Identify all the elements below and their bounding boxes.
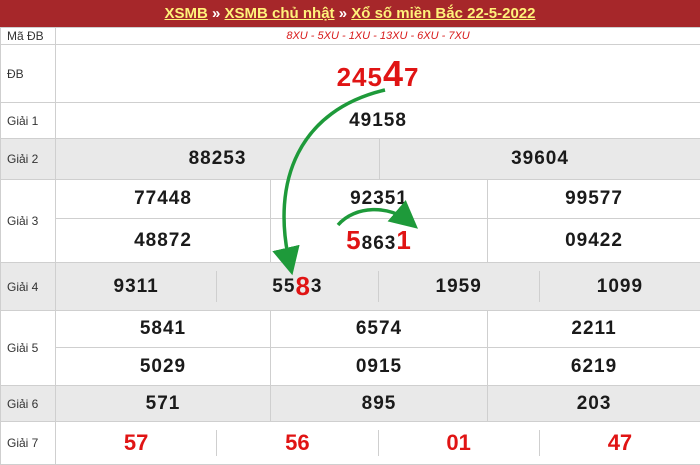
highlight-digit: 8 [295,271,311,301]
highlight-digit-first: 5 [346,225,362,255]
digits-suffix: 3 [310,275,323,297]
highlight-digit-last: 1 [396,225,412,255]
row-giai-3-b: 48872 58631 09422 [1,218,700,263]
giai-7-number: 57 [56,430,218,456]
giai-5-number: 6219 [486,347,700,386]
special-prize-number: 24547 [54,44,700,103]
label-giai-7: Giải 7 [0,421,56,465]
label-giai-2: Giải 2 [0,138,56,180]
lottery-result-table: Mã ĐB 8XU - 5XU - 1XU - 13XU - 6XU - 7XU… [0,27,700,465]
special-digits-prefix: 245 [336,61,383,92]
label-giai-3: Giải 3 [0,179,56,263]
giai-6-number: 571 [55,385,271,422]
label-db: ĐB [0,44,56,103]
breadcrumb-separator: » [212,5,221,22]
digits-middle: 863 [361,233,397,254]
special-codes: 8XU - 5XU - 1XU - 13XU - 6XU - 7XU [54,27,700,45]
row-giai-1: Giải 1 49158 [0,102,700,139]
label-giai-5: Giải 5 [0,310,56,386]
digits-prefix: 55 [272,275,296,297]
label-ma-db: Mã ĐB [0,27,56,45]
breadcrumb-link-xsmb-sunday[interactable]: XSMB chủ nhật [225,5,335,22]
row-giai-5-a: Giải 5 5841 6574 2211 [0,310,700,386]
label-giai-4: Giải 4 [0,262,56,311]
giai-7-number: 56 [217,430,379,456]
row-giai-6: Giải 6 571 895 203 [0,385,700,422]
giai-4-number-highlighted: 55 8 3 [217,271,379,302]
row-special-codes: Mã ĐB 8XU - 5XU - 1XU - 13XU - 6XU - 7XU [0,27,700,45]
label-giai-1: Giải 1 [0,102,56,139]
giai-5-number: 0915 [270,347,488,386]
giai-2-number: 88253 [55,138,380,180]
giai-4-cell-group: 9311 55 8 3 1959 1099 [56,271,700,302]
giai-3-number: 48872 [55,218,271,263]
breadcrumb-link-result-date[interactable]: Xổ số miền Bắc 22-5-2022 [351,5,535,22]
row-giai-2: Giải 2 88253 39604 [0,138,700,180]
row-giai-4: Giải 4 9311 55 8 3 1959 1099 [0,262,700,311]
giai-3-number: 92351 [270,179,488,219]
giai-6-number: 203 [486,385,700,422]
giai-7-cells: 57 56 01 47 [54,421,700,465]
special-digit-highlight: 4 [382,52,405,94]
special-digits-suffix: 7 [404,61,420,92]
giai-7-number: 47 [607,430,633,455]
giai-3-number-highlighted: 58631 [270,218,488,263]
giai-5-number: 5841 [55,310,271,348]
giai-7-cell-group: 57 56 01 47 [56,430,700,456]
giai-4-number: 1099 [596,275,644,297]
row-giai-5-b: 5029 0915 6219 [1,347,700,386]
row-special-prize: ĐB 24547 [0,44,700,103]
giai-6-number: 895 [270,385,488,422]
breadcrumb: XSMB » XSMB chủ nhật » Xổ số miền Bắc 22… [0,0,700,27]
label-giai-6: Giải 6 [0,385,56,422]
giai-4-number: 1959 [379,271,540,302]
giai-5-number: 6574 [270,310,488,348]
giai-3-number: 09422 [486,218,700,263]
breadcrumb-link-xsmb[interactable]: XSMB [165,5,208,22]
giai-1-number: 49158 [54,102,700,139]
giai-5-number: 2211 [486,310,700,348]
giai-3-number: 99577 [486,179,700,219]
giai-5-number: 5029 [55,347,271,386]
giai-4-number: 9311 [56,271,218,302]
breadcrumb-separator: » [338,5,348,22]
giai-4-cells: 9311 55 8 3 1959 1099 [54,262,700,311]
row-giai-3-a: Giải 3 77448 92351 99577 [0,179,700,263]
row-giai-7: Giải 7 57 56 01 47 [0,421,700,465]
giai-7-number: 01 [379,430,540,456]
giai-3-number: 77448 [55,179,271,219]
giai-2-number: 39604 [378,138,700,180]
